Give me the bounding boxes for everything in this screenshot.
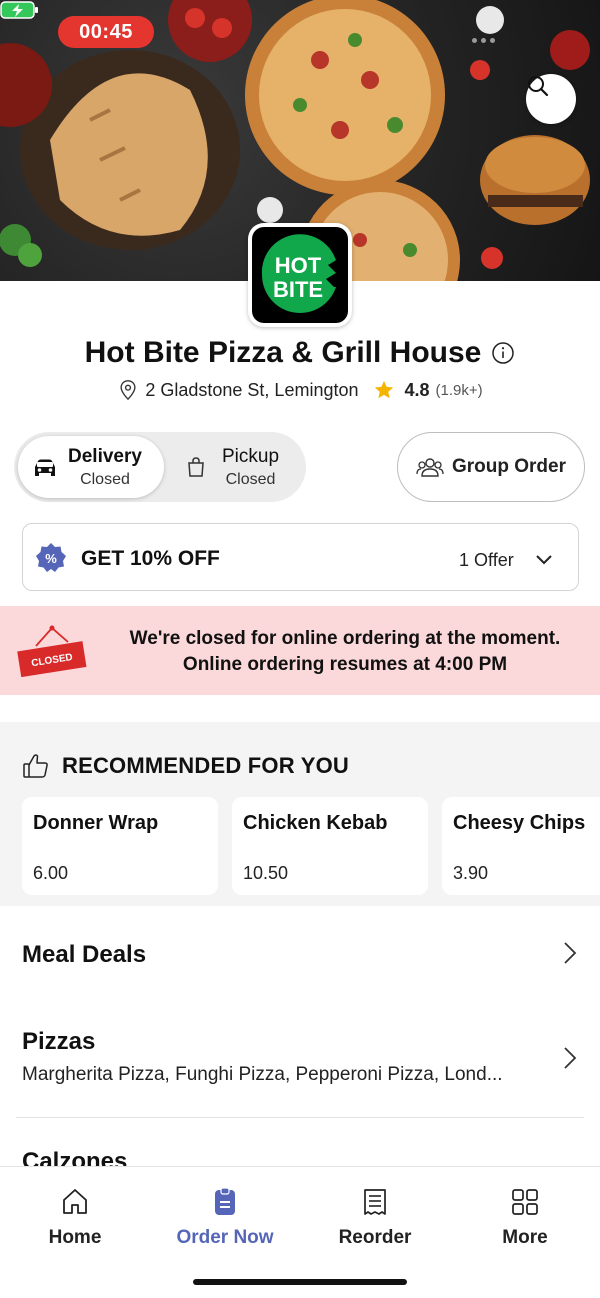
discount-badge-icon: % [36,543,66,572]
recommended-heading: RECOMMENDED FOR YOU [22,752,349,780]
thumbs-up-icon [23,754,48,778]
chevron-down-icon [536,555,552,565]
nav-more[interactable]: More [450,1187,600,1249]
pickup-label: Pickup [222,445,280,467]
recommended-card[interactable]: Chicken Kebab 10.50 [232,797,428,895]
grid-icon [512,1189,538,1215]
group-order-button[interactable]: Group Order [397,432,585,502]
nav-home-label: Home [48,1227,102,1248]
battery-charging-icon [0,1,38,19]
rating-count: (1.9k+) [435,381,483,399]
recommended-card[interactable]: Cheesy Chips 3.90 [442,797,600,895]
nav-reorder-label: Reorder [338,1227,412,1248]
status-time: 00:45 [58,16,154,48]
recommended-section: RECOMMENDED FOR YOU Donner Wrap 6.00 Chi… [0,722,600,906]
offer-title: GET 10% OFF [81,547,220,570]
pickup-status: Closed [225,470,276,488]
rating-value: 4.8 [404,379,430,400]
discount-badge-symbol: % [45,551,57,566]
menu-category-title: Pizzas [22,1028,96,1055]
closed-message-line1: We're closed for online ordering at the … [129,628,561,649]
restaurant-logo: HOT BITE [248,223,352,327]
home-indicator[interactable] [193,1279,407,1285]
car-icon [35,459,55,476]
nav-order-now[interactable]: Order Now [150,1187,300,1249]
delivery-label: Delivery [68,445,142,467]
pickup-option[interactable]: Pickup Closed [178,436,302,498]
nav-order-now-label: Order Now [176,1227,274,1248]
restaurant-address: 2 Gladstone St, Lemington [145,379,359,400]
order-icon [215,1187,235,1215]
nav-reorder[interactable]: Reorder [300,1187,450,1249]
closed-notice-banner: CLOSED We're closed for online ordering … [0,606,600,695]
address-rating-row: 2 Gladstone St, Lemington 4.8 (1.9k+) [0,379,600,401]
menu-category-row[interactable]: Pizzas Margherita Pizza, Funghi Pizza, P… [22,1028,582,1086]
info-icon[interactable] [491,341,515,365]
group-order-label: Group Order [451,456,566,477]
chevron-right-icon[interactable] [562,941,578,965]
menu-category-description: Margherita Pizza, Funghi Pizza, Pepperon… [22,1064,503,1085]
recommended-item-price: 3.90 [453,863,489,883]
recommended-item-price: 10.50 [243,863,289,883]
recommended-heading-text: RECOMMENDED FOR YOU [62,753,349,778]
group-people-icon [416,458,444,477]
restaurant-header: Hot Bite Pizza & Grill House [0,336,600,370]
menu-category-row[interactable]: Meal Deals [22,941,582,981]
star-icon [374,380,393,399]
nav-more-label: More [502,1227,548,1248]
chevron-right-icon[interactable] [562,1046,578,1070]
location-pin-icon [120,380,136,401]
closed-message: We're closed for online ordering at the … [100,626,590,678]
home-icon [63,1189,87,1214]
recommended-item-name: Chicken Kebab [243,812,388,834]
delivery-status: Closed [80,470,130,488]
recommended-item-price: 6.00 [33,863,69,883]
delivery-option[interactable]: Delivery Closed [18,436,164,498]
closed-sign-icon: CLOSED [17,625,87,678]
divider [16,1117,584,1118]
recommended-item-name: Donner Wrap [33,812,159,834]
nav-home[interactable]: Home [0,1187,150,1249]
receipt-icon [364,1189,386,1215]
bottom-navigation: Home Order Now Reorder More [0,1166,600,1298]
offer-card[interactable]: % GET 10% OFF 1 Offer [22,523,579,591]
restaurant-name: Hot Bite Pizza & Grill House [84,336,482,369]
closed-message-line2: Online ordering resumes at 4:00 PM [182,654,508,675]
logo-text-hot: HOT [275,253,322,278]
hot-bite-logo-mark: HOT BITE [261,234,344,313]
search-button[interactable] [526,74,576,124]
signal-icon [472,38,495,43]
order-mode-toggle: Delivery Closed Pickup Closed [14,432,306,502]
recommended-card[interactable]: Donner Wrap 6.00 [22,797,218,895]
recommended-item-name: Cheesy Chips [453,812,586,834]
search-icon [528,76,549,97]
logo-text-bite: BITE [273,277,323,302]
offer-count: 1 Offer [459,550,514,570]
menu-category-title: Meal Deals [22,941,147,968]
shopping-bag-icon [188,457,204,477]
